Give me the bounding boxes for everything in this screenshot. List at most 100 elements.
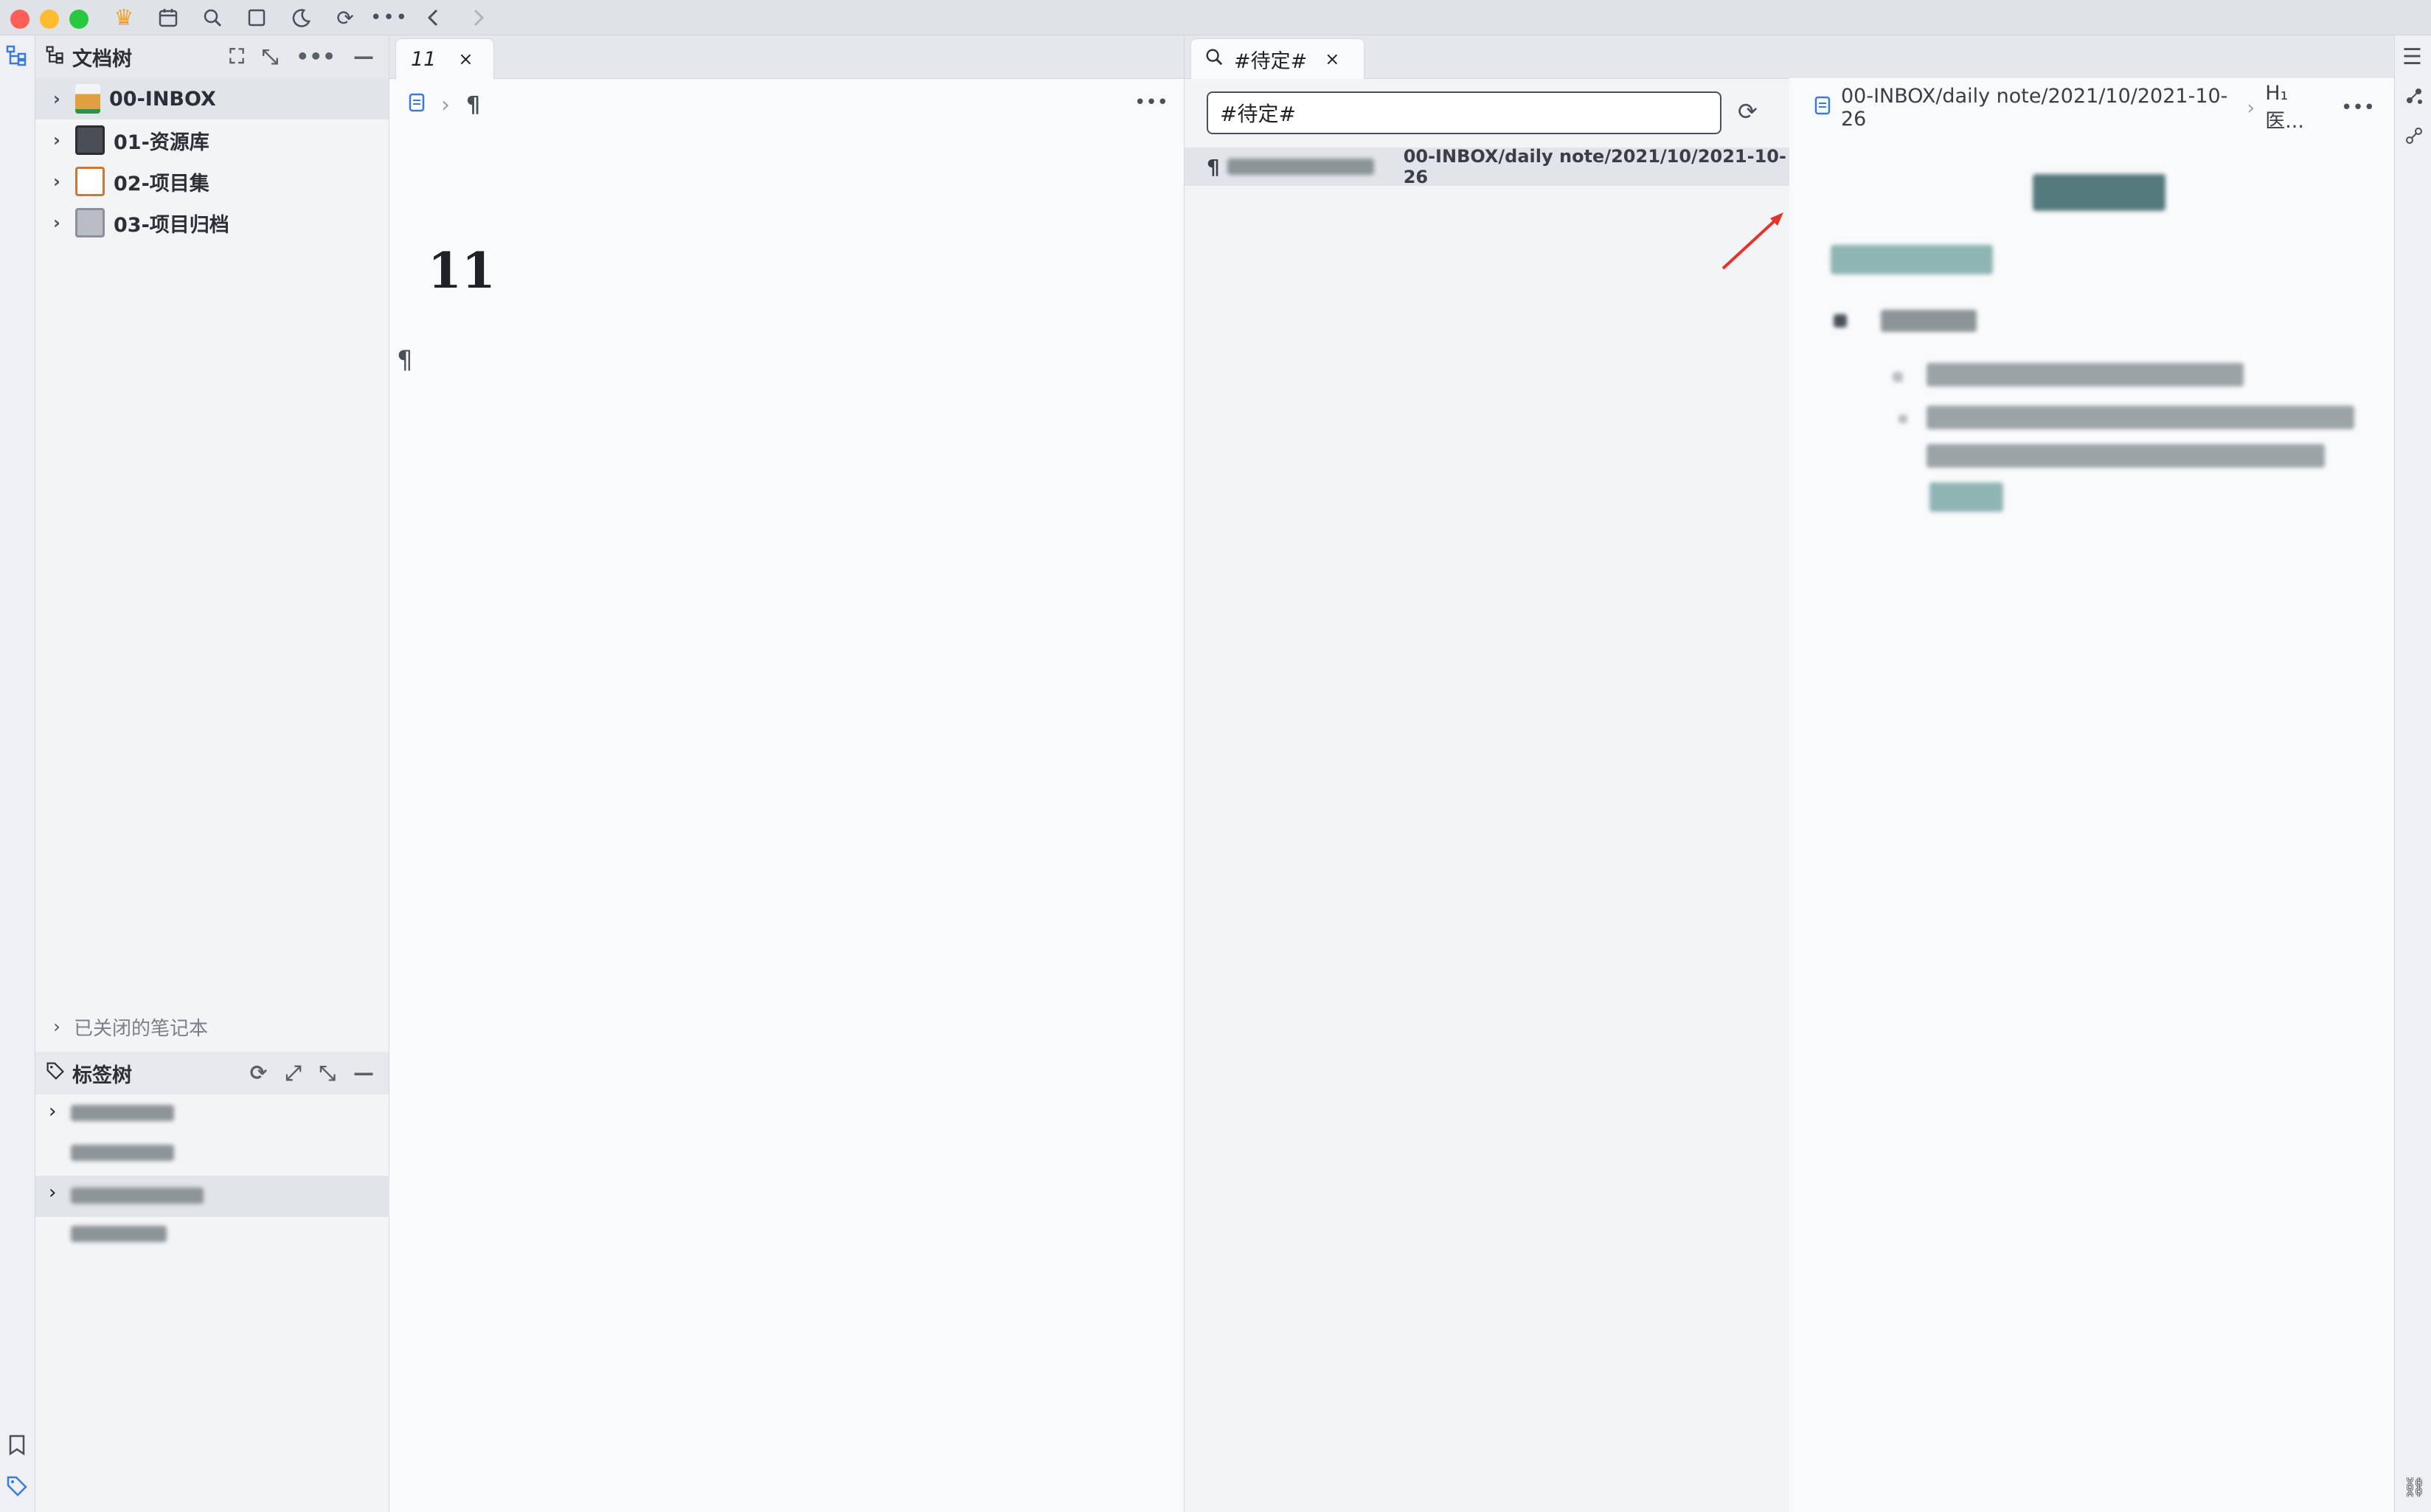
collapse-icon[interactable]: ⤡ (262, 44, 278, 69)
preview-heading-crumb[interactable]: H₁ 医... (2265, 82, 2331, 133)
block-pilcrow-icon[interactable]: ¶ (397, 345, 413, 375)
chevron-right-icon[interactable]: › (46, 1016, 68, 1037)
notebook-row-inbox[interactable]: › 00-INBOX (35, 78, 389, 119)
result-path: 00-INBOX/daily note/2021/10/2021-10-26 (1403, 146, 1786, 187)
preview-more-icon[interactable]: ••• (2341, 97, 2375, 119)
search-icon (1204, 47, 1224, 72)
right-dock: ☰ ⛓ (2394, 35, 2431, 1512)
search-input[interactable] (1207, 91, 1721, 134)
preview-pane: 00-INBOX/daily note/2021/10/2021-10-26 ›… (1789, 78, 2394, 1512)
notebook-label: 03-项目归档 (114, 213, 229, 237)
notebook-label: 02-项目集 (114, 172, 209, 195)
tag-icon (46, 1061, 65, 1086)
search-pane: #待定# × ⟳ ¶ 00-INBOX/daily note/2021/10/2… (1185, 35, 2394, 1512)
red-arrow-annotation (1721, 212, 1783, 270)
notebook-label: 00-INBOX (109, 87, 216, 111)
square-icon[interactable] (243, 4, 270, 31)
minimize-icon[interactable]: — (353, 1061, 374, 1086)
chevron-right-icon[interactable]: › (49, 1100, 56, 1123)
bookmark-icon[interactable] (7, 1434, 27, 1459)
breadcrumb-separator-icon: › (2247, 96, 2255, 119)
preview-line-blurred (1927, 444, 2325, 468)
preview-breadcrumb: 00-INBOX/daily note/2021/10/2021-10-26 ›… (1814, 82, 2375, 133)
sync-icon[interactable]: ⟳ (332, 4, 358, 31)
chevron-right-icon[interactable]: › (46, 130, 68, 150)
inbox-icon (75, 84, 100, 114)
tag-row-blurred[interactable] (71, 1105, 174, 1121)
preview-subtitle-blurred (1831, 245, 1993, 274)
editor-tab-label: 11 (411, 47, 437, 71)
tag-tree-header: 标签树 ⟳ ⤢ ⤡ — (35, 1052, 389, 1095)
tag-dock-icon[interactable] (6, 1475, 28, 1500)
tag-tree-panel: 标签树 ⟳ ⤢ ⤡ — › › (35, 1052, 389, 1512)
refresh-icon[interactable]: ⟳ (1738, 97, 1758, 125)
close-tab-icon[interactable]: × (1325, 49, 1339, 69)
editor-tab[interactable]: 11 × (395, 38, 494, 79)
moon-icon[interactable] (288, 4, 314, 31)
preview-line-blurred (1927, 363, 2244, 386)
file-tree-title: 文档树 (72, 47, 132, 71)
tag-row-blurred[interactable] (71, 1187, 204, 1204)
outline-icon[interactable]: ☰ (2402, 44, 2422, 70)
breadcrumb-separator-icon: › (441, 91, 450, 118)
editor-breadcrumb: › ¶ (409, 90, 480, 119)
zoom-window-button[interactable] (69, 10, 89, 29)
window-titlebar: ♛ ⟳ ••• (0, 0, 2431, 35)
chevron-right-icon[interactable]: › (46, 171, 68, 192)
left-dock (0, 35, 35, 1512)
editor-more-icon[interactable]: ••• (1134, 91, 1168, 114)
chevron-right-icon[interactable]: › (49, 1182, 56, 1204)
notebook-row-resources[interactable]: › 01-资源库 (35, 119, 389, 161)
more-icon[interactable]: ••• (296, 44, 336, 69)
closed-notebooks-row[interactable]: › 已关闭的笔记本 (46, 1012, 208, 1041)
refresh-icon[interactable]: ⟳ (250, 1061, 267, 1086)
crown-icon[interactable]: ♛ (111, 4, 137, 31)
minimize-window-button[interactable] (40, 10, 59, 29)
file-tree-header: 文档树 ⛶ ⤡ ••• — (35, 35, 389, 78)
back-arrow-icon[interactable] (420, 4, 447, 31)
file-tree-panel: 文档树 ⛶ ⤡ ••• — › 00-INBOX › 01-资源库 › 02-项… (35, 35, 389, 1055)
bullet-blurred (1893, 372, 1903, 382)
close-window-button[interactable] (10, 10, 30, 29)
editor-pane: 11 × › ¶ ••• 11 ¶ (389, 35, 1185, 1512)
preview-path[interactable]: 00-INBOX/daily note/2021/10/2021-10-26 (1841, 85, 2236, 131)
result-snippet-blurred (1227, 159, 1374, 175)
tag-row-blurred[interactable] (71, 1145, 174, 1161)
chevron-right-icon[interactable]: › (46, 89, 68, 109)
chevron-right-icon[interactable]: › (46, 212, 68, 233)
notebook-row-archive[interactable]: › 03-项目归档 (35, 202, 389, 243)
collapse-icon[interactable]: ⤡ (319, 1061, 336, 1086)
closed-notebooks-label: 已关闭的笔记本 (74, 1017, 209, 1040)
expand-icon[interactable]: ⤢ (285, 1061, 301, 1086)
search-result-row[interactable]: ¶ 00-INBOX/daily note/2021/10/2021-10-26 (1185, 146, 1789, 187)
cabinet-icon (75, 125, 105, 155)
document-icon[interactable] (1814, 96, 1831, 120)
document-icon[interactable] (409, 92, 425, 118)
forward-arrow-icon[interactable] (465, 4, 491, 31)
pilcrow-icon: ¶ (1207, 154, 1220, 179)
file-tree-dock-icon[interactable] (6, 44, 28, 69)
backlinks-icon[interactable] (2404, 86, 2424, 109)
preview-tag-blurred (1929, 482, 2003, 512)
search-icon[interactable] (199, 4, 226, 31)
search-tab-bar: #待定# × (1185, 35, 2394, 79)
tag-tree-title: 标签树 (72, 1064, 132, 1087)
bullet-blurred (1898, 415, 1907, 423)
focus-icon[interactable]: ⛶ (229, 44, 244, 69)
graph-icon[interactable] (2404, 125, 2424, 149)
more-icon[interactable]: ••• (370, 4, 407, 31)
link-icon[interactable]: ⛓ (2402, 1477, 2427, 1499)
archive-box-icon (75, 208, 105, 237)
notebook-row-projects[interactable]: › 02-项目集 (35, 161, 389, 202)
notebook-label: 01-资源库 (114, 131, 209, 154)
calendar-icon[interactable] (155, 4, 181, 31)
search-tab[interactable]: #待定# × (1190, 38, 1364, 79)
preview-line-blurred (1881, 310, 1977, 332)
bullet-blurred (1834, 314, 1847, 327)
preview-line-blurred (1927, 406, 2354, 429)
breadcrumb-pilcrow[interactable]: ¶ (466, 92, 480, 118)
document-heading[interactable]: 11 (428, 242, 496, 299)
tag-row-blurred[interactable] (71, 1226, 167, 1242)
minimize-icon[interactable]: — (353, 44, 374, 69)
close-tab-icon[interactable]: × (458, 49, 473, 69)
